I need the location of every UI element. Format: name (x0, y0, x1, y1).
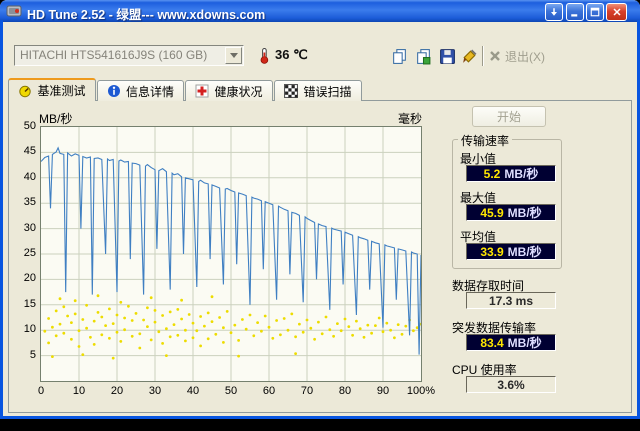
exit-button-label: 退出(X) (505, 49, 545, 64)
right-axis-unit: 毫秒 (397, 112, 422, 126)
app-icon (6, 5, 22, 17)
cpu-usage-value-box: 3.6% (466, 376, 556, 393)
x-axis-tick: 20 (110, 385, 124, 397)
maximize-icon (590, 7, 600, 17)
access-time-value-box: 17.3 ms (466, 292, 556, 309)
close-button[interactable] (606, 3, 627, 21)
burst-rate-unit: MB/秒 (507, 336, 542, 350)
chevron-down-icon (229, 53, 238, 58)
copy-icon (393, 48, 406, 64)
exit-x-icon (490, 51, 500, 61)
down-arrow-icon (551, 8, 557, 16)
y-axis-tick: 25 (23, 247, 36, 259)
y-axis-tick: 10 (23, 323, 36, 336)
titlebar[interactable]: HD Tune 2.52 - 绿盟--- www.xdowns.com (0, 0, 640, 22)
tab-benchmark[interactable]: 基准测试 (8, 78, 96, 101)
window-title: HD Tune 2.52 - 绿盟--- www.xdowns.com (27, 8, 266, 22)
close-icon (612, 8, 621, 16)
x-axis-tick: 10 (72, 385, 86, 397)
left-axis-unit: MB/秒 (39, 112, 73, 126)
x-axis-tick: 70 (300, 385, 314, 397)
x-axis-tick: 50 (224, 385, 238, 397)
tab-info[interactable]: 信息详情 (97, 80, 184, 101)
screenshot-button[interactable] (413, 46, 434, 66)
minimize-icon (571, 14, 578, 17)
tab-info-label: 信息详情 (125, 84, 174, 99)
y-axis-tick: 50 (23, 120, 36, 132)
window-border (0, 416, 640, 419)
hdtune-window: HD Tune 2.52 - 绿盟--- www.xdowns.com HITA… (0, 0, 640, 419)
x-axis-tick: 0 (37, 385, 45, 397)
tab-health[interactable]: 健康状况 (185, 80, 273, 101)
save-icon (440, 48, 455, 64)
tab-health-label: 健康状况 (214, 84, 263, 99)
y-axis-tick: 15 (23, 297, 36, 310)
benchmark-chart (40, 127, 423, 381)
min-unit: MB/秒 (504, 167, 539, 181)
max-value-box: 45.9 MB/秒 (466, 204, 556, 221)
toolbar-separator (482, 46, 484, 66)
options-button[interactable] (459, 46, 480, 66)
max-value: 45.9 (480, 205, 504, 220)
desktop: HD Tune 2.52 - 绿盟--- www.xdowns.com HITA… (0, 0, 640, 431)
checkerboard-icon (284, 84, 299, 98)
avg-unit: MB/秒 (507, 245, 542, 259)
tab-benchmark-label: 基准测试 (37, 84, 86, 98)
info-icon (107, 85, 120, 97)
y-axis-tick: 30 (23, 221, 36, 234)
start-button[interactable]: 开始 (472, 106, 546, 127)
x-axis-tick: 60 (262, 385, 276, 397)
x-axis-tick: 40 (186, 385, 200, 397)
window-border (0, 20, 3, 416)
avg-value-box: 33.9 MB/秒 (466, 243, 556, 260)
copy-button[interactable] (389, 46, 410, 66)
y-axis-tick: 35 (23, 196, 36, 209)
drive-select-value: HITACHI HTS541616J9S (160 GB) (20, 48, 208, 62)
y-axis-tick: 5 (29, 348, 36, 361)
y-axis-tick: 45 (23, 145, 36, 158)
health-cross-icon (195, 84, 209, 98)
exit-button[interactable]: 退出(X) (489, 47, 545, 65)
burst-rate-value: 83.4 (480, 335, 504, 350)
x-axis-tick: 100% (406, 385, 436, 397)
drive-select-dropdown-button[interactable] (225, 47, 242, 64)
min-value-box: 5.2 MB/秒 (466, 165, 556, 182)
thermometer-icon (260, 48, 269, 64)
burst-rate-value-box: 83.4 MB/秒 (466, 334, 556, 351)
down-arrow-button[interactable] (545, 3, 563, 21)
maximize-button[interactable] (586, 3, 604, 21)
drive-select[interactable]: HITACHI HTS541616J9S (160 GB) (14, 45, 244, 66)
x-axis-tick: 80 (338, 385, 352, 397)
y-axis-tick: 20 (23, 272, 36, 285)
min-value: 5.2 (483, 166, 501, 181)
screenshot-icon (417, 48, 431, 64)
minimize-button[interactable] (566, 3, 584, 21)
cpu-usage-value: 3.6% (497, 377, 525, 392)
benchmark-plot (40, 126, 423, 382)
temperature-value: 36 ℃ (275, 47, 308, 62)
tab-error-scan-label: 错误扫描 (303, 84, 352, 99)
y-axis-tick: 40 (23, 170, 36, 183)
transfer-rate-group-title: 传输速率 (458, 132, 513, 149)
max-unit: MB/秒 (507, 206, 542, 220)
save-button[interactable] (437, 46, 458, 66)
x-axis-tick: 30 (148, 385, 162, 397)
paint-icon (463, 49, 477, 63)
x-axis-tick: 90 (376, 385, 390, 397)
access-time-value: 17.3 ms (488, 293, 534, 308)
tab-error-scan[interactable]: 错误扫描 (274, 80, 362, 101)
gauge-icon (19, 85, 32, 97)
avg-value: 33.9 (480, 244, 504, 259)
